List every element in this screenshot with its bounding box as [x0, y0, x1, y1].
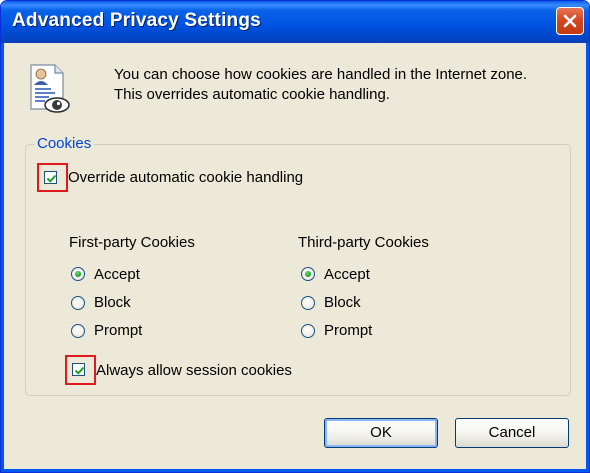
ok-button[interactable]: OK — [324, 418, 438, 448]
window-frame-bottom — [1, 469, 589, 472]
window-frame-left — [1, 43, 4, 472]
first-party-heading: First-party Cookies — [69, 234, 195, 251]
third-party-prompt-radio[interactable] — [301, 324, 315, 338]
third-party-block-radio[interactable] — [301, 296, 315, 310]
first-party-accept-label[interactable]: Accept — [94, 266, 140, 283]
first-party-accept-radio[interactable] — [71, 267, 85, 281]
first-party-prompt-radio[interactable] — [71, 324, 85, 338]
close-icon — [563, 14, 577, 28]
first-party-block-label[interactable]: Block — [94, 294, 131, 311]
checkmark-icon — [74, 366, 85, 375]
first-party-prompt-label[interactable]: Prompt — [94, 322, 142, 339]
third-party-accept-radio[interactable] — [301, 267, 315, 281]
third-party-block-label[interactable]: Block — [324, 294, 361, 311]
selected-dot — [75, 271, 81, 277]
checkmark-icon — [46, 174, 57, 183]
selected-dot — [305, 271, 311, 277]
cancel-button[interactable]: Cancel — [455, 418, 569, 448]
first-party-block-radio[interactable] — [71, 296, 85, 310]
privacy-document-eye-icon — [25, 63, 73, 119]
session-cookies-checkbox[interactable] — [72, 363, 85, 376]
override-label[interactable]: Override automatic cookie handling — [68, 169, 303, 186]
window-frame-right — [586, 43, 589, 472]
override-checkbox[interactable] — [44, 171, 57, 184]
third-party-heading: Third-party Cookies — [298, 234, 429, 251]
title-bar[interactable]: Advanced Privacy Settings — [1, 1, 589, 43]
close-button[interactable] — [556, 7, 584, 35]
session-cookies-label[interactable]: Always allow session cookies — [96, 362, 292, 379]
cookies-group-legend: Cookies — [35, 135, 95, 152]
third-party-prompt-label[interactable]: Prompt — [324, 322, 372, 339]
intro-text: You can choose how cookies are handled i… — [114, 66, 528, 103]
dialog-window: Advanced Privacy Settings You can choose… — [0, 0, 590, 473]
window-title: Advanced Privacy Settings — [12, 10, 261, 31]
third-party-accept-label[interactable]: Accept — [324, 266, 370, 283]
